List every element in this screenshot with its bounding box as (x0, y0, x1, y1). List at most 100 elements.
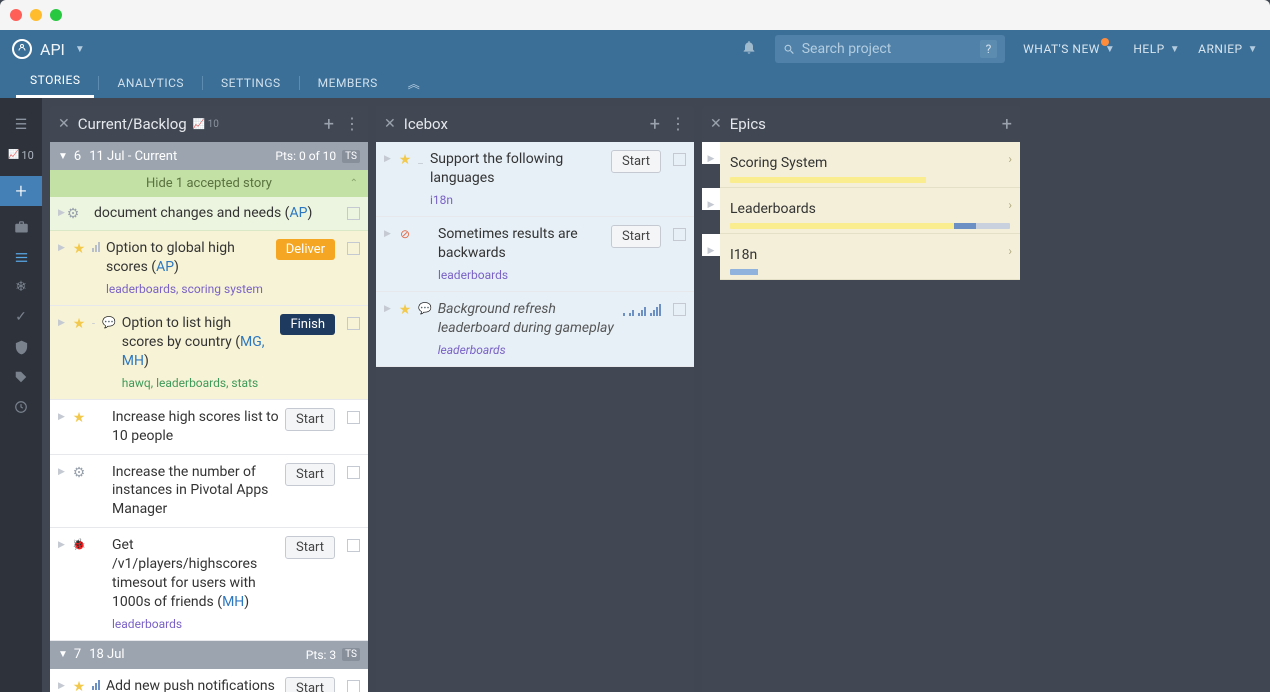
start-button[interactable]: Start (285, 677, 335, 692)
panel-menu-icon[interactable]: ⋮ (670, 114, 686, 135)
expand-icon[interactable]: ▶ (702, 188, 720, 210)
close-window-button[interactable] (10, 9, 22, 21)
feature-icon: ★ (73, 410, 86, 426)
close-panel-icon[interactable]: ✕ (710, 116, 722, 132)
story-title: Increase the number of instances in Pivo… (112, 463, 279, 520)
add-story-icon[interactable]: + (650, 114, 660, 135)
expand-icon[interactable]: ▶ (702, 234, 720, 256)
minimize-window-button[interactable] (30, 9, 42, 21)
select-checkbox[interactable] (347, 680, 360, 692)
collapse-nav-icon[interactable]: ︽ (408, 75, 420, 92)
traffic-lights (0, 0, 1270, 30)
user-menu[interactable]: ARNIEP▼ (1198, 42, 1258, 56)
select-checkbox[interactable] (347, 207, 360, 220)
rail-current-icon[interactable] (0, 242, 42, 272)
menu-icon[interactable]: ☰ (0, 110, 42, 140)
story-row[interactable]: ▶ ★ Add new push notifications (see task… (50, 669, 368, 692)
epic-row[interactable]: I18n › (720, 234, 1020, 280)
epic-progress (730, 223, 1010, 229)
velocity-indicator[interactable]: 📈10 (0, 140, 42, 170)
story-row[interactable]: ▶ ★ 💬 Background refresh leaderboard dur… (376, 292, 694, 367)
accepted-stories-toggle[interactable]: Hide 1 accepted story⌃ (50, 170, 368, 197)
epic-row[interactable]: Leaderboards › (720, 188, 1020, 234)
close-panel-icon[interactable]: ✕ (58, 116, 70, 132)
search-icon (783, 43, 796, 56)
nav-tabs: STORIES ANALYTICS SETTINGS MEMBERS ︽ (0, 68, 1270, 98)
tab-analytics[interactable]: ANALYTICS (103, 68, 198, 98)
maximize-window-button[interactable] (50, 9, 62, 21)
left-rail: ☰ 📈10 + ❄ ✓ (0, 98, 42, 692)
expand-icon[interactable]: ▶ (58, 208, 66, 218)
story-row[interactable]: ▶ 🐞 Get /v1/players/highscores timesout … (50, 528, 368, 641)
expand-icon[interactable]: ▶ (58, 412, 66, 422)
story-row[interactable]: ▶ ★ - 💬 Option to list high scores by co… (50, 306, 368, 400)
start-button[interactable]: Start (285, 408, 335, 431)
add-story-button[interactable]: + (0, 176, 42, 206)
story-row[interactable]: ▶ ★ Increase high scores list to 10 peop… (50, 400, 368, 455)
start-button[interactable]: Start (611, 225, 661, 248)
chevron-right-icon: › (1008, 244, 1012, 258)
select-checkbox[interactable] (347, 539, 360, 552)
story-title: Support the following languagesi18n (430, 150, 605, 208)
expand-icon[interactable]: ▶ (58, 681, 66, 691)
select-checkbox[interactable] (673, 153, 686, 166)
rail-history-icon[interactable] (0, 392, 42, 422)
panel-icebox: ✕ Icebox +⋮ ▶ ★ _ Support the following … (376, 106, 694, 692)
select-checkbox[interactable] (347, 242, 360, 255)
story-row[interactable]: ▶ ★ Option to global high scores (AP)lea… (50, 231, 368, 306)
add-epic-icon[interactable]: + (1002, 114, 1012, 135)
search-box[interactable]: ? (775, 35, 1005, 63)
project-switcher[interactable]: API ▼ (12, 39, 85, 59)
collapse-icon: ▼ (58, 151, 68, 162)
expand-icon[interactable]: ▶ (58, 467, 66, 477)
deliver-button[interactable]: Deliver (276, 239, 335, 260)
add-story-icon[interactable]: + (324, 114, 334, 135)
iteration-header[interactable]: ▼ 7 18 Jul Pts: 3 TS (50, 641, 368, 669)
panel-menu-icon[interactable]: ⋮ (344, 114, 360, 135)
panel-velocity: 📈 10 (193, 119, 219, 130)
story-row[interactable]: ▶ ⊘ Sometimes results are backwardsleade… (376, 217, 694, 292)
expand-icon[interactable]: ▶ (384, 154, 392, 164)
start-button[interactable]: Start (285, 463, 335, 486)
team-strength-icon[interactable]: TS (342, 150, 360, 163)
expand-icon[interactable]: ▶ (384, 304, 392, 314)
search-help-icon[interactable]: ? (980, 40, 997, 58)
select-checkbox[interactable] (347, 466, 360, 479)
rail-blocked-icon[interactable] (0, 332, 42, 362)
rail-done-icon[interactable]: ✓ (0, 302, 42, 332)
start-button[interactable]: Start (611, 150, 661, 173)
tab-stories[interactable]: STORIES (16, 65, 94, 98)
expand-icon[interactable]: ▶ (58, 540, 66, 550)
expand-icon[interactable]: ▶ (58, 243, 66, 253)
search-input[interactable] (802, 41, 980, 57)
epic-row[interactable]: Scoring System › (720, 142, 1020, 188)
help-link[interactable]: HELP▼ (1133, 42, 1180, 56)
start-button[interactable]: Start (285, 536, 335, 559)
team-strength-icon[interactable]: TS (342, 648, 360, 661)
tab-members[interactable]: MEMBERS (304, 68, 392, 98)
expand-icon[interactable]: ▶ (384, 229, 392, 239)
rail-mywork-icon[interactable] (0, 212, 42, 242)
expand-icon[interactable]: ▶ (702, 142, 720, 164)
notifications-icon[interactable] (741, 39, 757, 59)
expand-icon[interactable]: ▶ (58, 318, 66, 328)
select-checkbox[interactable] (673, 303, 686, 316)
rail-icebox-icon[interactable]: ❄ (0, 272, 42, 302)
caret-down-icon: ▼ (75, 44, 85, 55)
story-title: Background refresh leaderboard during ga… (438, 300, 617, 358)
whats-new-link[interactable]: WHAT'S NEW▼ (1023, 42, 1115, 56)
chevron-right-icon: › (1008, 152, 1012, 166)
select-checkbox[interactable] (347, 317, 360, 330)
select-checkbox[interactable] (347, 411, 360, 424)
story-row[interactable]: ▶ ⚙ document changes and needs (AP) (50, 197, 368, 231)
iteration-header[interactable]: ▼ 6 11 Jul - Current Pts: 0 of 10 TS (50, 142, 368, 170)
estimate-picker[interactable] (623, 302, 661, 316)
story-row[interactable]: ▶ ⚙ Increase the number of instances in … (50, 455, 368, 529)
close-panel-icon[interactable]: ✕ (384, 116, 396, 132)
estimate-icon: - (92, 317, 96, 330)
tab-settings[interactable]: SETTINGS (207, 68, 295, 98)
finish-button[interactable]: Finish (280, 314, 335, 335)
story-row[interactable]: ▶ ★ _ Support the following languagesi18… (376, 142, 694, 217)
rail-labels-icon[interactable] (0, 362, 42, 392)
select-checkbox[interactable] (673, 228, 686, 241)
